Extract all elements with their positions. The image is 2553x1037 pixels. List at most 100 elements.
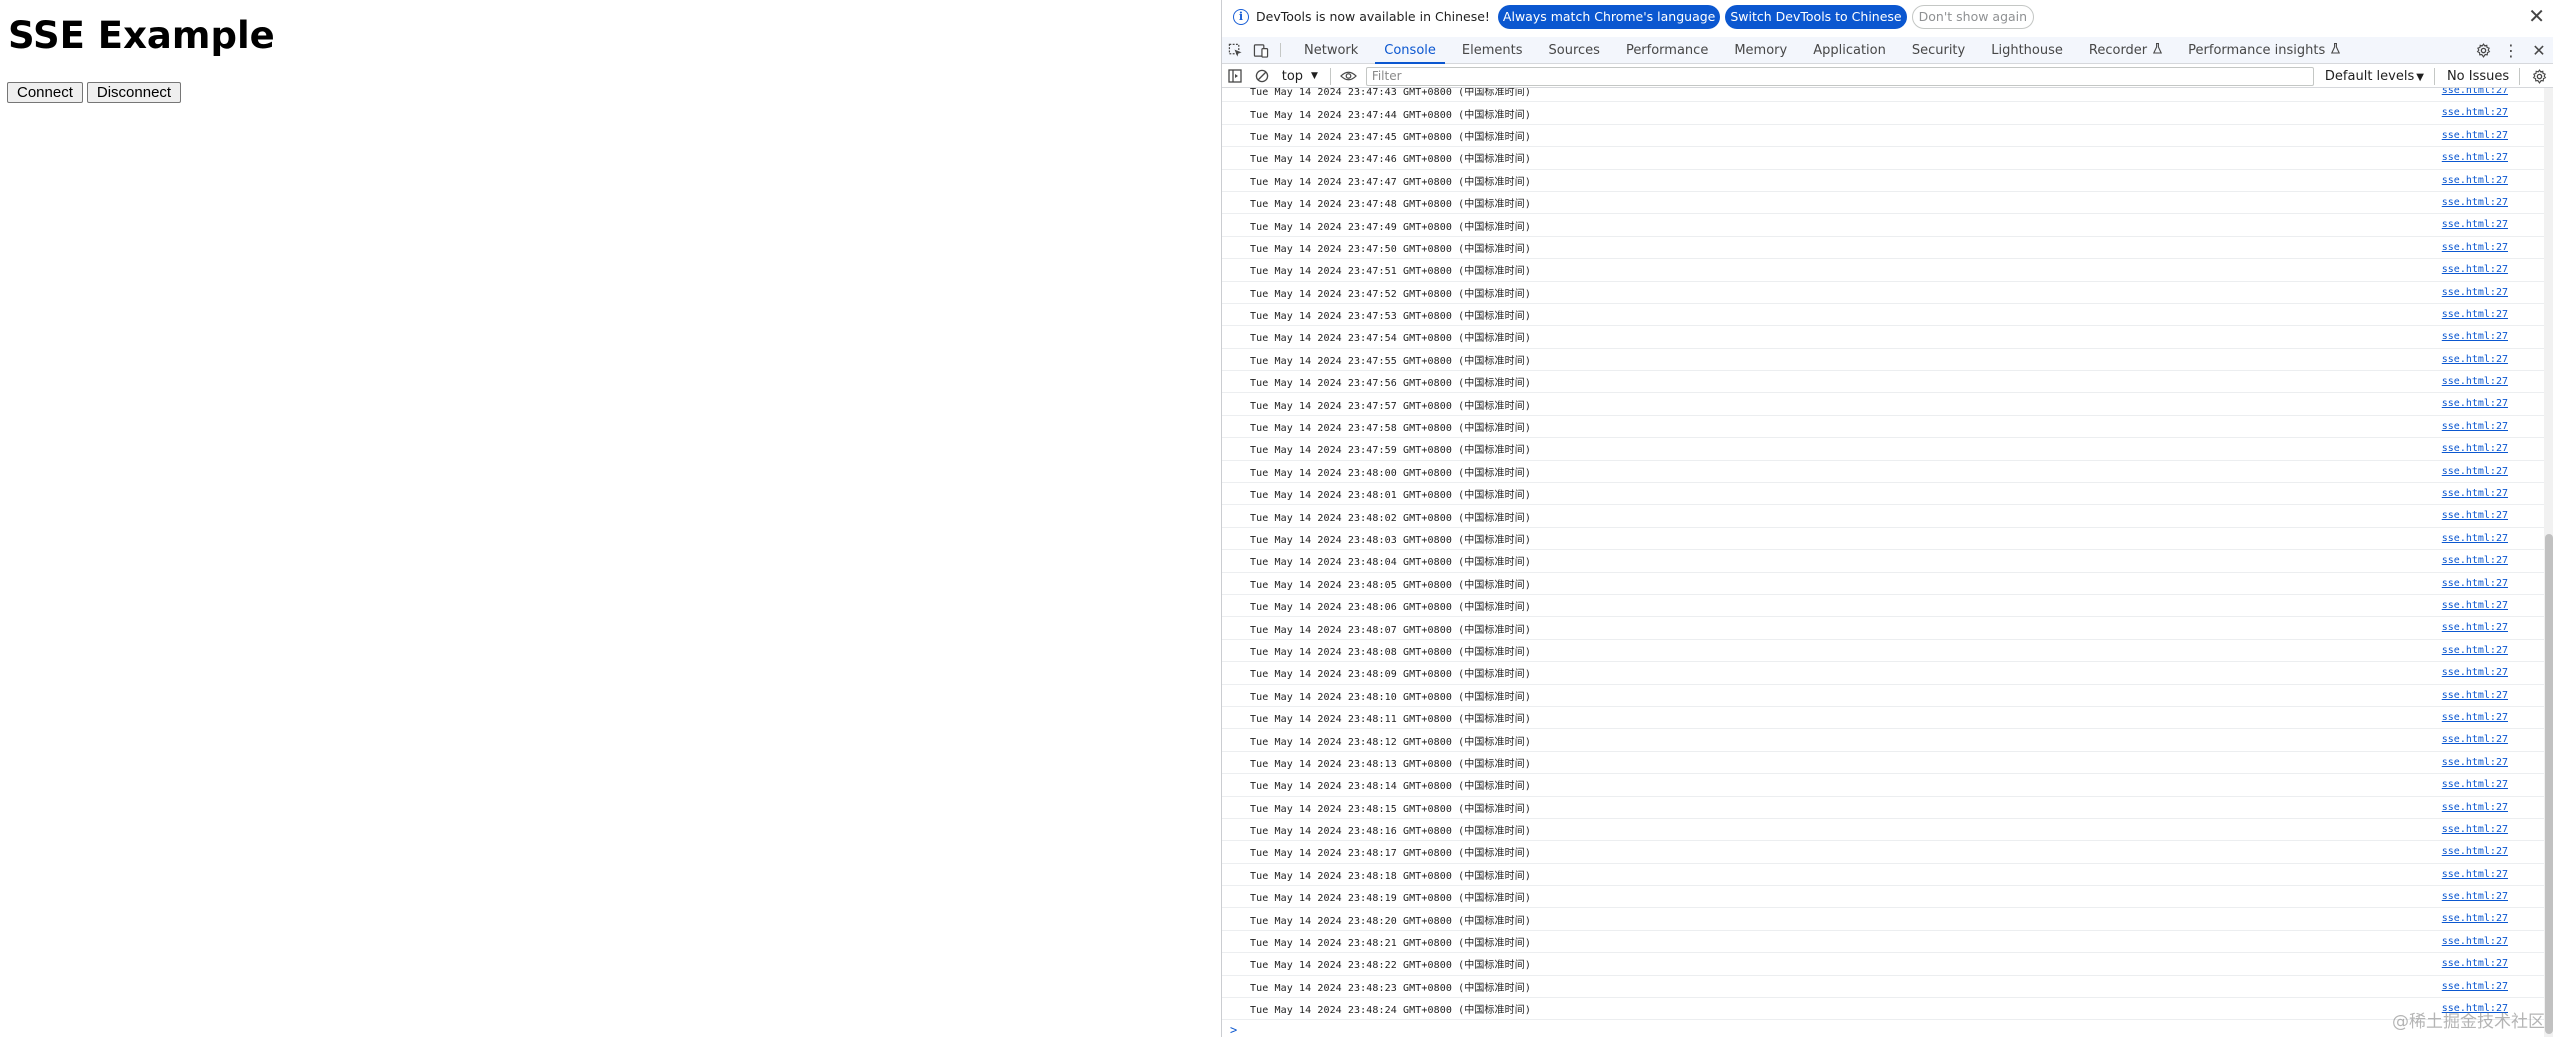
tab-performance[interactable]: Performance [1613, 37, 1721, 63]
console-prompt[interactable]: > [1230, 1023, 1237, 1037]
source-link[interactable]: sse.html:27 [2442, 622, 2508, 633]
source-link[interactable]: sse.html:27 [2442, 331, 2508, 342]
source-link[interactable]: sse.html:27 [2442, 802, 2508, 813]
source-link[interactable]: sse.html:27 [2442, 533, 2508, 544]
tab-label: Recorder [2088, 42, 2148, 58]
tab-security[interactable]: Security [1899, 37, 1978, 63]
source-link[interactable]: sse.html:27 [2442, 107, 2508, 118]
source-link[interactable]: sse.html:27 [2442, 958, 2508, 969]
show-sidebar-icon[interactable] [1222, 65, 1249, 87]
tab-label: Elements [1461, 42, 1523, 58]
tab-lighthouse[interactable]: Lighthouse [1978, 37, 2076, 63]
console-message-row: Tue May 14 2024 23:48:01 GMT+0800 (中国标准时… [1222, 483, 2544, 506]
console-message-row: Tue May 14 2024 23:47:58 GMT+0800 (中国标准时… [1222, 416, 2544, 439]
source-link[interactable]: sse.html:27 [2442, 264, 2508, 275]
devtools-tabbar: Network Console Elements Sources Performance… [1222, 37, 2553, 64]
tab-network[interactable]: Network [1291, 37, 1371, 63]
context-selector[interactable]: top ▼ [1282, 69, 1318, 84]
source-link[interactable]: sse.html:27 [2442, 510, 2508, 521]
match-language-button[interactable]: Always match Chrome's language [1497, 4, 1721, 29]
console-message-row: Tue May 14 2024 23:47:57 GMT+0800 (中国标准时… [1222, 393, 2544, 416]
source-link[interactable]: sse.html:27 [2442, 667, 2508, 678]
source-link[interactable]: sse.html:27 [2442, 1003, 2508, 1014]
console-message-row: Tue May 14 2024 23:47:44 GMT+0800 (中国标准时… [1222, 102, 2544, 125]
connect-button[interactable]: Connect [7, 82, 83, 103]
more-options-icon[interactable]: ⋮ [2497, 41, 2525, 60]
source-link[interactable]: sse.html:27 [2442, 734, 2508, 745]
console-message-row: Tue May 14 2024 23:48:07 GMT+0800 (中国标准时… [1222, 617, 2544, 640]
disconnect-button[interactable]: Disconnect [86, 82, 182, 103]
dont-show-again-button[interactable]: Don't show again [1911, 4, 2035, 29]
source-link[interactable]: sse.html:27 [2442, 219, 2508, 230]
tab-console[interactable]: Console [1371, 37, 1449, 64]
page-title: SSE Example [8, 14, 275, 57]
source-link[interactable]: sse.html:27 [2442, 869, 2508, 880]
clear-console-icon[interactable] [1249, 65, 1276, 87]
tab-application[interactable]: Application [1800, 37, 1899, 63]
tab-performance-insights[interactable]: Performance insights [2175, 37, 2353, 63]
source-link[interactable]: sse.html:27 [2442, 690, 2508, 701]
console-message-row: Tue May 14 2024 23:48:05 GMT+0800 (中国标准时… [1222, 573, 2544, 595]
source-link[interactable]: sse.html:27 [2442, 600, 2508, 611]
issues-counter[interactable]: No Issues [2447, 69, 2509, 84]
source-link[interactable]: sse.html:27 [2442, 757, 2508, 768]
close-devtools-icon[interactable]: ✕ [2525, 41, 2553, 60]
live-expression-eye-icon[interactable] [1335, 65, 1362, 87]
source-link[interactable]: sse.html:27 [2442, 712, 2508, 723]
console-message-text: Tue May 14 2024 23:48:23 GMT+0800 (中国标准时… [1250, 982, 1531, 994]
console-message-row: Tue May 14 2024 23:48:15 GMT+0800 (中国标准时… [1222, 797, 2544, 819]
source-link[interactable]: sse.html:27 [2442, 824, 2508, 835]
console-message-row: Tue May 14 2024 23:47:56 GMT+0800 (中国标准时… [1222, 371, 2544, 394]
source-link[interactable]: sse.html:27 [2442, 779, 2508, 790]
tab-elements[interactable]: Elements [1449, 37, 1536, 63]
source-link[interactable]: sse.html:27 [2442, 913, 2508, 924]
source-link[interactable]: sse.html:27 [2442, 287, 2508, 298]
source-link[interactable]: sse.html:27 [2442, 175, 2508, 186]
console-scrollbar[interactable] [2544, 88, 2553, 1037]
settings-gear-icon[interactable] [2469, 42, 2497, 58]
log-levels-label: Default levels [2324, 68, 2415, 84]
source-link[interactable]: sse.html:27 [2442, 152, 2508, 163]
console-message-text: Tue May 14 2024 23:47:46 GMT+0800 (中国标准时… [1250, 154, 1531, 166]
filter-input[interactable] [1365, 66, 2314, 86]
tab-label: Memory [1734, 42, 1788, 58]
tab-recorder[interactable]: Recorder [2076, 37, 2175, 63]
source-link[interactable]: sse.html:27 [2442, 309, 2508, 320]
source-link[interactable]: sse.html:27 [2442, 354, 2508, 365]
device-toolbar-icon[interactable] [1248, 37, 1274, 63]
console-output[interactable]: Tue May 14 2024 23:47:43 GMT+0800 (中国标准时… [1222, 88, 2544, 1037]
source-link[interactable]: sse.html:27 [2442, 443, 2508, 454]
inspect-element-icon[interactable] [1222, 37, 1248, 63]
scrollbar-thumb[interactable] [2545, 534, 2553, 1034]
source-link[interactable]: sse.html:27 [2442, 130, 2508, 141]
console-message-text: Tue May 14 2024 23:47:54 GMT+0800 (中国标准时… [1250, 333, 1531, 345]
source-link[interactable]: sse.html:27 [2442, 376, 2508, 387]
source-link[interactable]: sse.html:27 [2442, 466, 2508, 477]
source-link[interactable]: sse.html:27 [2442, 242, 2508, 253]
source-link[interactable]: sse.html:27 [2442, 936, 2508, 947]
console-message-text: Tue May 14 2024 23:47:44 GMT+0800 (中国标准时… [1250, 109, 1531, 121]
console-message-text: Tue May 14 2024 23:48:12 GMT+0800 (中国标准时… [1250, 736, 1531, 748]
console-settings-icon[interactable] [2526, 65, 2553, 87]
info-icon: i [1233, 8, 1249, 25]
source-link[interactable]: sse.html:27 [2442, 846, 2508, 857]
console-message-row: Tue May 14 2024 23:48:09 GMT+0800 (中国标准时… [1222, 662, 2544, 685]
tab-label: Application [1813, 42, 1886, 58]
source-link[interactable]: sse.html:27 [2442, 421, 2508, 432]
close-icon[interactable]: ✕ [2528, 5, 2545, 27]
source-link[interactable]: sse.html:27 [2442, 398, 2508, 409]
source-link[interactable]: sse.html:27 [2442, 88, 2508, 96]
tab-sources[interactable]: Sources [1536, 37, 1613, 63]
log-levels-dropdown[interactable]: Default levels ▼ [2325, 69, 2424, 84]
source-link[interactable]: sse.html:27 [2442, 981, 2508, 992]
source-link[interactable]: sse.html:27 [2442, 197, 2508, 208]
tab-memory[interactable]: Memory [1721, 37, 1800, 63]
source-link[interactable]: sse.html:27 [2442, 578, 2508, 589]
source-link[interactable]: sse.html:27 [2442, 891, 2508, 902]
source-link[interactable]: sse.html:27 [2442, 555, 2508, 566]
switch-to-chinese-button[interactable]: Switch DevTools to Chinese [1725, 4, 1907, 29]
source-link[interactable]: sse.html:27 [2442, 645, 2508, 656]
console-message-row: Tue May 14 2024 23:48:22 GMT+0800 (中国标准时… [1222, 953, 2544, 976]
source-link[interactable]: sse.html:27 [2442, 488, 2508, 499]
tab-label: Security [1911, 42, 1966, 58]
